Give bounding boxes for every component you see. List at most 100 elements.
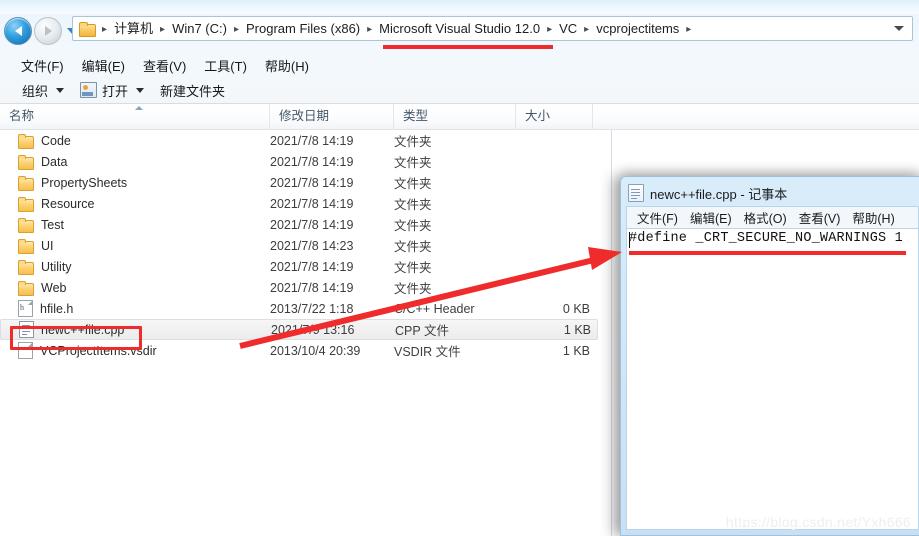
open-button[interactable]: 打开	[72, 79, 152, 102]
breadcrumb-item-visual-studio[interactable]: Microsoft Visual Studio 12.0	[376, 18, 543, 40]
row-type-cell: 文件夹	[394, 240, 432, 254]
column-header-type[interactable]: 类型	[394, 104, 516, 129]
breadcrumb-item-computer[interactable]: 计算机	[111, 18, 156, 40]
forward-button[interactable]	[34, 17, 62, 45]
breadcrumb-item-vcprojectitems[interactable]: vcprojectitems	[593, 18, 682, 40]
notepad-menu-view[interactable]: 查看(V)	[793, 206, 847, 229]
address-chevron-down-icon[interactable]	[894, 26, 904, 31]
annotation-breadcrumb-underline	[383, 45, 553, 49]
notepad-menu-help[interactable]: 帮助(H)	[846, 206, 900, 229]
folder-icon	[18, 133, 34, 149]
row-date-cell: 2021/7/8 14:19	[270, 196, 354, 211]
notepad-menubar: 文件(F) 编辑(E) 格式(O) 查看(V) 帮助(H)	[626, 206, 919, 228]
row-date-cell: 2021/7/8 14:19	[270, 280, 354, 295]
folder-icon	[79, 21, 96, 37]
file-name: Data	[41, 154, 68, 169]
row-type-cell: 文件夹	[394, 177, 432, 191]
breadcrumb-separator-icon: ▸	[367, 23, 373, 35]
row-date-cell: 2013/10/4 20:39	[270, 343, 361, 358]
notepad-icon	[628, 184, 644, 202]
row-type-cell: 文件夹	[394, 135, 432, 149]
row-type-cell: 文件夹	[394, 156, 432, 170]
notepad-menu-file[interactable]: 文件(F)	[631, 206, 684, 229]
address-bar[interactable]: ▸ 计算机 ▸ Win7 (C:) ▸ Program Files (x86) …	[72, 16, 913, 41]
breadcrumb-separator-icon: ▸	[233, 23, 239, 35]
row-type-cell: C/C++ Header	[394, 301, 475, 316]
notepad-window[interactable]: newc++file.cpp - 记事本 文件(F) 编辑(E) 格式(O) 查…	[620, 176, 919, 536]
annotation-highlight-rectangle	[10, 326, 142, 350]
column-header-size-label: 大小	[525, 109, 551, 123]
column-header-date-label: 修改日期	[279, 109, 330, 123]
breadcrumb-item-vc[interactable]: VC	[556, 18, 580, 40]
chevron-down-icon	[56, 87, 65, 93]
row-name-cell: Web	[0, 280, 270, 296]
table-row[interactable]: PropertySheets 2021/7/8 14:19 文件夹	[0, 172, 596, 193]
row-type-cell: 文件夹	[394, 261, 432, 275]
row-type-cell: 文件夹	[394, 198, 432, 212]
file-name: Test	[41, 217, 64, 232]
row-name-cell: UI	[0, 238, 270, 254]
breadcrumb-item-program-files[interactable]: Program Files (x86)	[243, 18, 363, 40]
window-title-glass	[0, 0, 919, 14]
explorer-menubar: 文件(F) 编辑(E) 查看(V) 工具(T) 帮助(H)	[0, 54, 919, 76]
row-date-cell: 2021/7/8 14:19	[270, 217, 354, 232]
explorer-toolbar: 组织 打开 新建文件夹	[0, 77, 919, 103]
table-row[interactable]: Code 2021/7/8 14:19 文件夹	[0, 130, 596, 151]
menu-edit[interactable]: 编辑(E)	[73, 54, 134, 77]
folder-icon	[18, 259, 34, 275]
forward-arrow-icon	[44, 26, 52, 36]
open-file-icon	[80, 82, 98, 98]
row-type-cell: VSDIR 文件	[394, 345, 461, 359]
row-date-cell: 2021/7/9 13:16	[271, 322, 355, 337]
organize-button[interactable]: 组织	[14, 79, 72, 102]
icon-line	[631, 192, 640, 193]
file-name: Utility	[41, 259, 72, 274]
file-name: hfile.h	[40, 301, 74, 316]
notepad-text-area[interactable]: #define _CRT_SECURE_NO_WARNINGS 1	[626, 228, 919, 530]
navigation-buttons	[4, 17, 77, 45]
table-row[interactable]: Resource 2021/7/8 14:19 文件夹	[0, 193, 596, 214]
back-arrow-icon	[14, 26, 22, 36]
row-size-cell: 0 KB	[562, 301, 590, 316]
notepad-title-bar[interactable]: newc++file.cpp - 记事本	[628, 182, 787, 204]
row-size-cell: 1 KB	[562, 343, 590, 358]
folder-icon	[18, 280, 34, 296]
address-bar-row: ▸ 计算机 ▸ Win7 (C:) ▸ Program Files (x86) …	[0, 16, 919, 46]
row-name-cell: Test	[0, 217, 270, 233]
notepad-menu-edit[interactable]: 编辑(E)	[684, 206, 738, 229]
row-date-cell: 2021/7/8 14:19	[270, 259, 354, 274]
row-date-cell: 2021/7/8 14:19	[270, 175, 354, 190]
row-type-cell: 文件夹	[394, 219, 432, 233]
notepad-menu-format[interactable]: 格式(O)	[738, 206, 793, 229]
column-header-date[interactable]: 修改日期	[270, 104, 394, 129]
folder-icon	[18, 175, 34, 191]
h-file-glyph: h	[20, 303, 24, 312]
new-folder-button[interactable]: 新建文件夹	[152, 79, 233, 102]
column-header-type-label: 类型	[403, 109, 429, 123]
menu-tools[interactable]: 工具(T)	[195, 54, 256, 77]
menu-file[interactable]: 文件(F)	[12, 54, 73, 77]
table-row[interactable]: Data 2021/7/8 14:19 文件夹	[0, 151, 596, 172]
notepad-content: #define _CRT_SECURE_NO_WARNINGS 1	[629, 231, 903, 246]
table-row[interactable]: Utility 2021/7/8 14:19 文件夹	[0, 256, 596, 277]
row-date-cell: 2021/7/8 14:19	[270, 154, 354, 169]
menu-view[interactable]: 查看(V)	[134, 54, 195, 77]
row-date-cell: 2013/7/22 1:18	[270, 301, 354, 316]
row-name-cell: Code	[0, 133, 270, 149]
table-row[interactable]: Test 2021/7/8 14:19 文件夹	[0, 214, 596, 235]
table-row[interactable]: h hfile.h 2013/7/22 1:18 C/C++ Header 0 …	[0, 298, 596, 319]
column-header-size[interactable]: 大小	[516, 104, 593, 129]
column-header-name[interactable]: 名称	[0, 104, 270, 129]
breadcrumb-separator-icon: ▸	[547, 23, 553, 35]
breadcrumb-item-win7-c[interactable]: Win7 (C:)	[169, 18, 230, 40]
table-row[interactable]: UI 2021/7/8 14:23 文件夹	[0, 235, 596, 256]
row-type-cell: 文件夹	[394, 282, 432, 296]
table-row[interactable]: Web 2021/7/8 14:19 文件夹	[0, 277, 596, 298]
chevron-down-icon	[136, 87, 145, 93]
row-name-cell: Resource	[0, 196, 270, 212]
screenshot-root: ▸ 计算机 ▸ Win7 (C:) ▸ Program Files (x86) …	[0, 0, 919, 536]
back-button[interactable]	[4, 17, 32, 45]
menu-help[interactable]: 帮助(H)	[256, 54, 318, 77]
icon-line	[631, 189, 640, 190]
row-name-cell: Data	[0, 154, 270, 170]
